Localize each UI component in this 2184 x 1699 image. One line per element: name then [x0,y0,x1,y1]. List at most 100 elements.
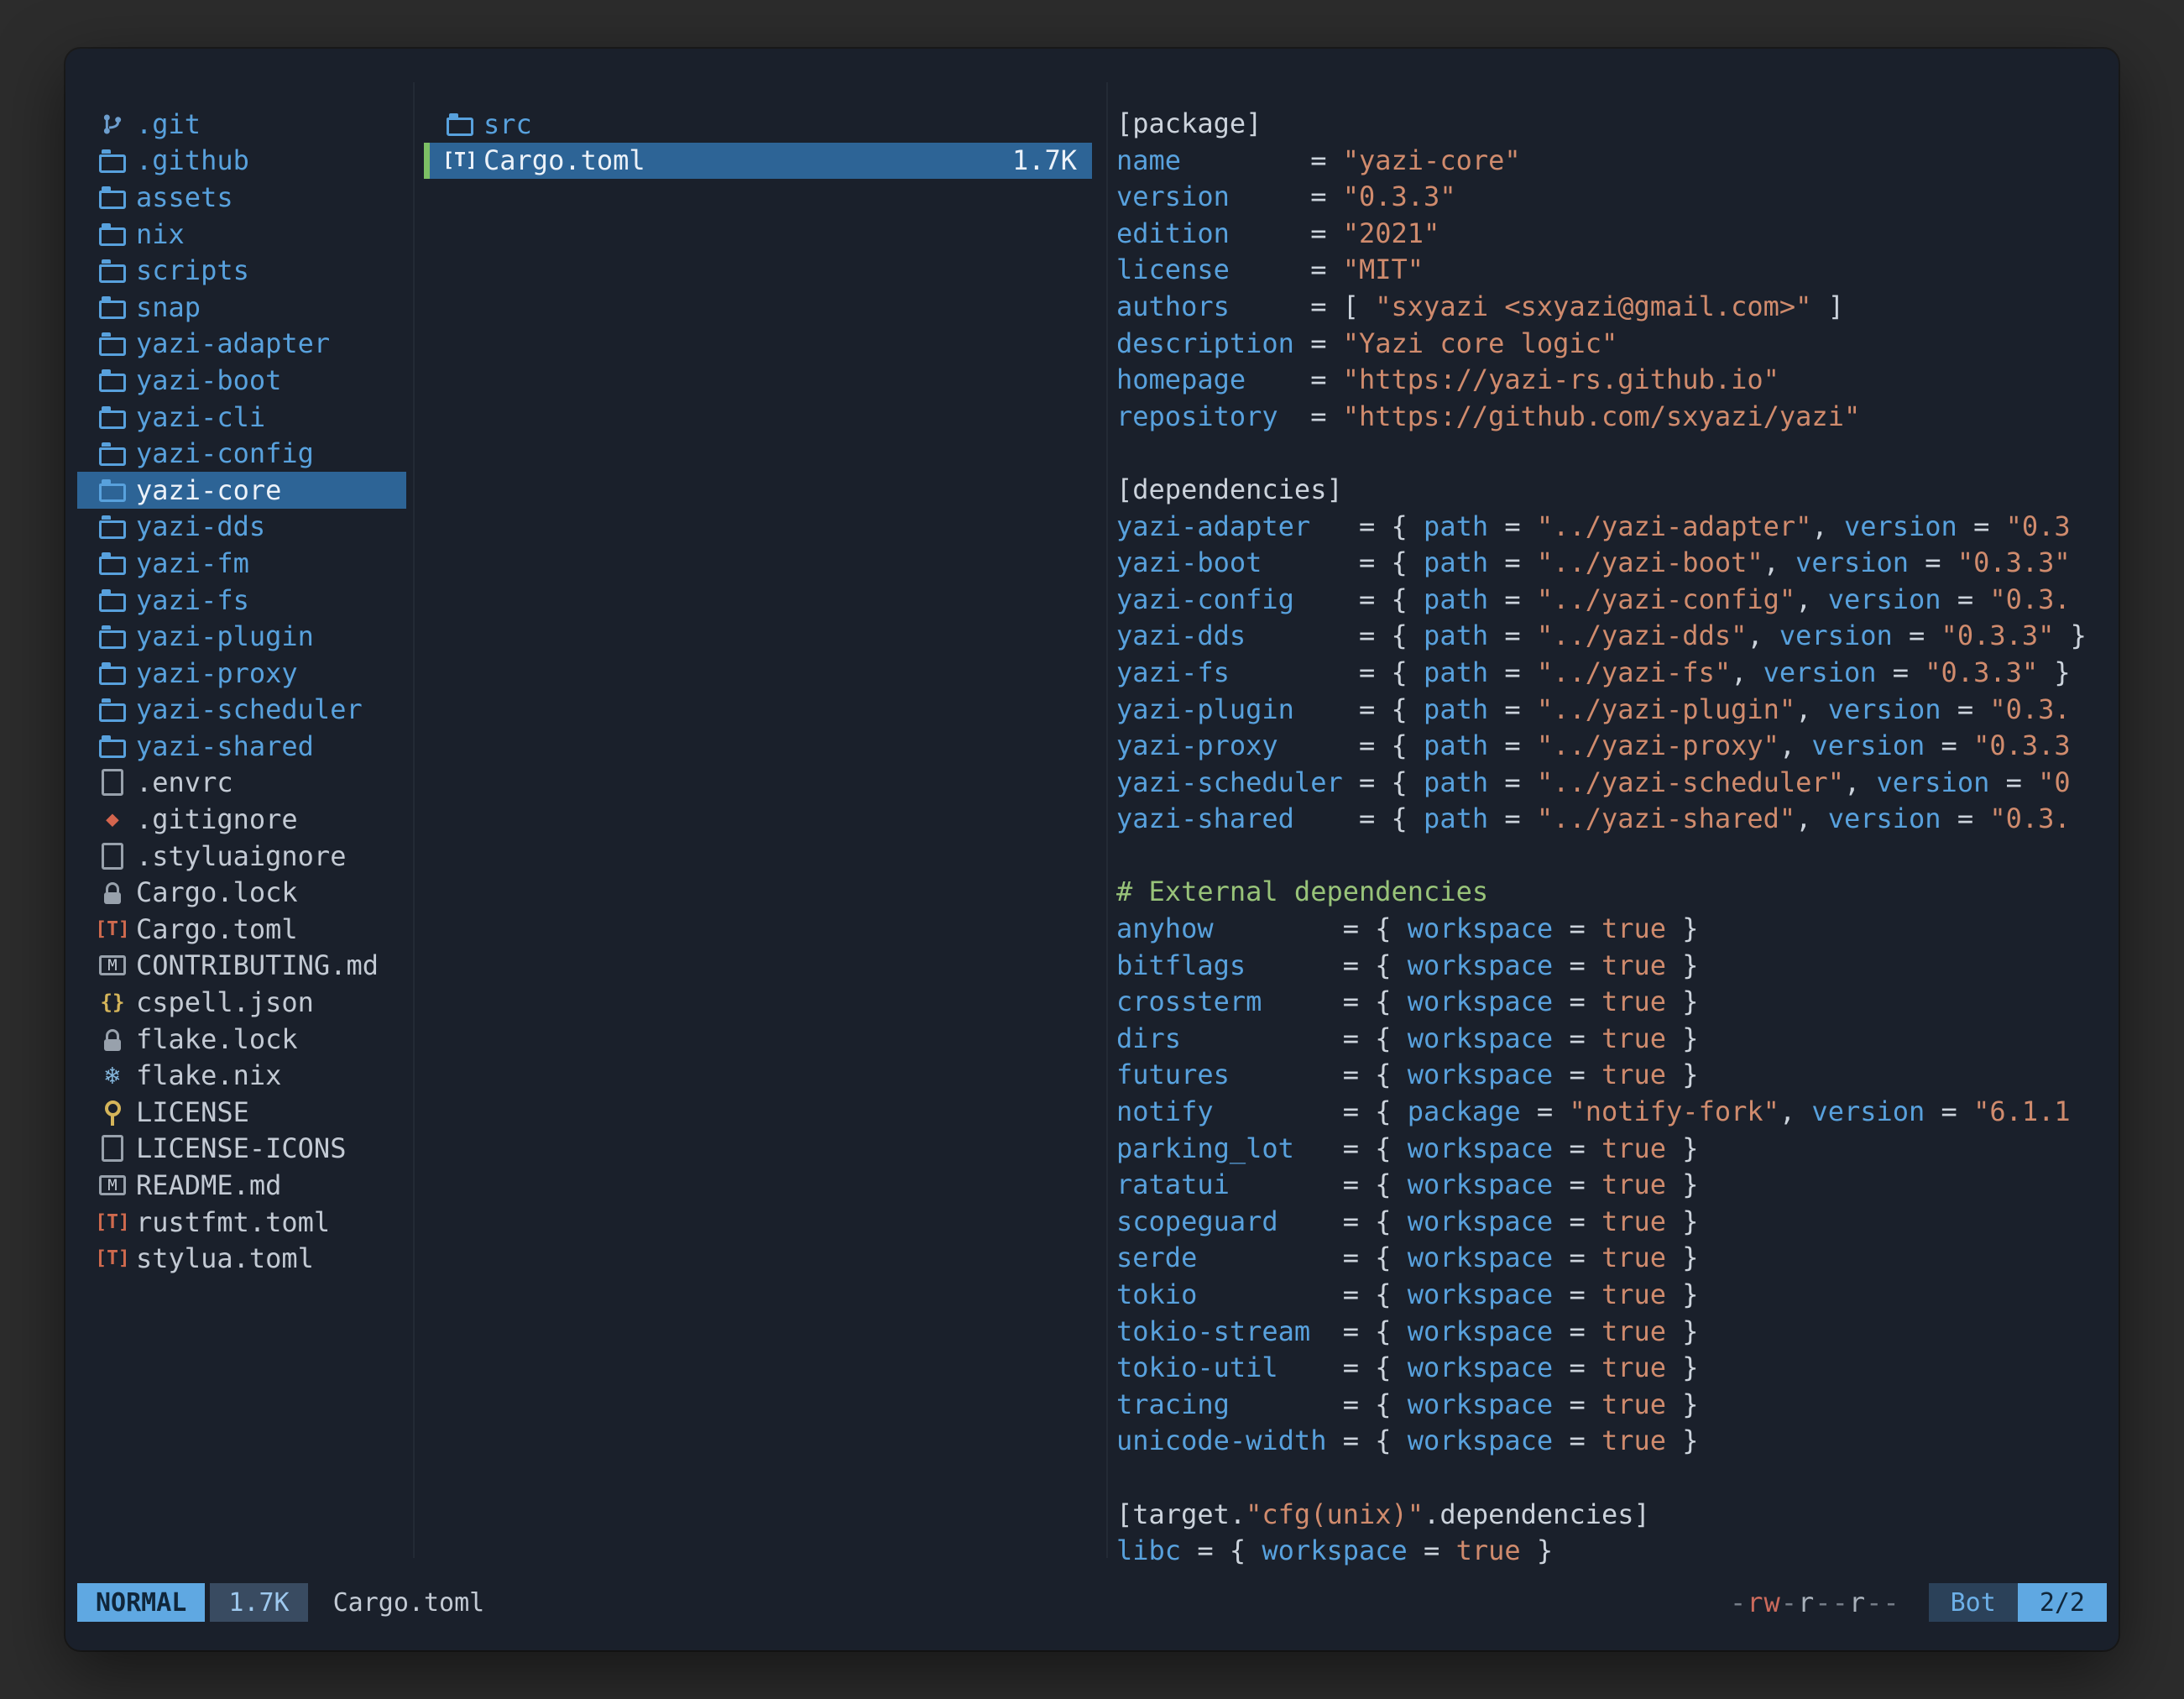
parent-dir-item-yazi-scheduler[interactable]: yazi-scheduler [77,692,406,729]
file-name: yazi-dds [136,510,265,542]
parent-dir-item-scripts[interactable]: scripts [77,252,406,289]
file-size: 1.7K [1012,144,1092,176]
parent-dir-item-flake.lock[interactable]: flake.lock [77,1021,406,1058]
file-name: README.md [136,1169,281,1201]
preview-line: yazi-config = { path = "../yazi-config",… [1116,582,2107,619]
parent-dir-item-Cargo.toml[interactable]: [T]Cargo.toml [77,911,406,948]
file-name: yazi-shared [136,730,314,762]
preview-line: # External dependencies [1116,874,2107,911]
hover-marker [424,143,430,180]
preview-line: yazi-boot = { path = "../yazi-boot", ver… [1116,545,2107,582]
parent-dir-item-.gitignore[interactable]: ◆.gitignore [77,801,406,838]
preview-line: yazi-dds = { path = "../yazi-dds", versi… [1116,618,2107,655]
parent-dir-item-yazi-proxy[interactable]: yazi-proxy [77,655,406,692]
folder-icon [94,656,131,691]
file-name: yazi-fs [136,584,249,616]
parent-dir-item-snap[interactable]: snap [77,289,406,326]
parent-dir-item-yazi-core[interactable]: yazi-core [77,472,406,509]
parent-dir-item-LICENSE-ICONS[interactable]: LICENSE-ICONS [77,1131,406,1168]
mode-indicator: NORMAL [77,1583,205,1622]
parent-dir-item-yazi-fm[interactable]: yazi-fm [77,545,406,582]
current-dir-item-src[interactable]: src [424,106,1092,143]
parent-dir-item-rustfmt.toml[interactable]: [T]rustfmt.toml [77,1204,406,1241]
preview-line: repository = "https://github.com/sxyazi/… [1116,399,2107,436]
folder-icon [94,290,131,325]
preview-line: name = "yazi-core" [1116,143,2107,180]
parent-dir-item-README.md[interactable]: MREADME.md [77,1167,406,1204]
lock-icon [94,875,131,910]
file-name: flake.nix [136,1059,281,1091]
parent-dir-item-.styluaignore[interactable]: .styluaignore [77,838,406,875]
preview-line: tracing = { workspace = true } [1116,1387,2107,1424]
current-dir-item-Cargo.toml[interactable]: [T]Cargo.toml1.7K [424,143,1092,180]
parent-dir-item-.github[interactable]: .github [77,143,406,180]
file-icon [94,765,131,800]
preview-line: libc = { workspace = true } [1116,1533,2107,1566]
file-name: yazi-adapter [136,327,330,359]
pane-divider-right [1106,82,1108,1558]
parent-dir-item-yazi-shared[interactable]: yazi-shared [77,728,406,765]
folder-icon [94,619,131,654]
preview-line: yazi-shared = { path = "../yazi-shared",… [1116,801,2107,838]
nix-icon: ❄ [94,1058,131,1093]
folder-icon [94,217,131,252]
preview-line [1116,1460,2107,1497]
parent-dir-item-yazi-config[interactable]: yazi-config [77,435,406,472]
preview-line: ratatui = { workspace = true } [1116,1167,2107,1204]
folder-icon [442,107,478,142]
folder-icon [94,692,131,727]
file-name: snap [136,291,201,323]
parent-dir-item-assets[interactable]: assets [77,179,406,216]
parent-dir-item-yazi-adapter[interactable]: yazi-adapter [77,326,406,363]
file-name: Cargo.toml [483,144,1012,176]
file-icon [94,1131,131,1166]
parent-directory-pane[interactable]: .git.githubassetsnixscriptssnap yazi-adap… [77,106,406,1277]
parent-dir-item-stylua.toml[interactable]: [T]stylua.toml [77,1240,406,1277]
license-icon [94,1095,131,1130]
parent-dir-item-CONTRIBUTING.md[interactable]: MCONTRIBUTING.md [77,948,406,985]
file-permissions: -rw-r--r-- [1730,1587,1900,1618]
preview-line: yazi-scheduler = { path = "../yazi-sched… [1116,765,2107,802]
parent-dir-item-yazi-cli[interactable]: yazi-cli [77,399,406,436]
folder-icon [94,436,131,471]
folder-icon [94,473,131,508]
file-name: yazi-plugin [136,620,314,652]
file-name: .git [136,108,201,140]
parent-dir-item-.envrc[interactable]: .envrc [77,765,406,802]
parent-dir-item-yazi-plugin[interactable]: yazi-plugin [77,618,406,655]
file-name: yazi-scheduler [136,693,363,725]
folder-icon [94,546,131,581]
current-directory-pane[interactable]: src[T]Cargo.toml1.7K [424,106,1092,179]
folder-icon [94,253,131,288]
preview-line: [package] [1116,106,2107,143]
parent-dir-item-yazi-boot[interactable]: yazi-boot [77,362,406,399]
preview-pane[interactable]: [package]name = "yazi-core"version = "0.… [1116,106,2107,1566]
preview-line: parking_lot = { workspace = true } [1116,1131,2107,1168]
parent-dir-item-LICENSE[interactable]: LICENSE [77,1094,406,1131]
parent-dir-item-nix[interactable]: nix [77,216,406,253]
file-name: flake.lock [136,1023,298,1055]
parent-dir-item-.git[interactable]: .git [77,106,406,143]
file-name: cspell.json [136,986,314,1018]
preview-line: anyhow = { workspace = true } [1116,911,2107,948]
hover-marker [424,106,430,143]
folder-icon [94,180,131,215]
folder-icon [94,583,131,618]
preview-line: yazi-plugin = { path = "../yazi-plugin",… [1116,692,2107,729]
preview-line: yazi-adapter = { path = "../yazi-adapter… [1116,509,2107,546]
preview-line: tokio-util = { workspace = true } [1116,1350,2107,1387]
preview-line: futures = { workspace = true } [1116,1057,2107,1094]
parent-dir-item-flake.nix[interactable]: ❄flake.nix [77,1057,406,1094]
file-name: stylua.toml [136,1242,314,1274]
preview-line: [target."cfg(unix)".dependencies] [1116,1497,2107,1534]
parent-dir-item-yazi-fs[interactable]: yazi-fs [77,582,406,619]
file-name: Cargo.toml [136,913,298,945]
parent-dir-item-yazi-dds[interactable]: yazi-dds [77,509,406,546]
markdown-icon: M [94,948,131,983]
parent-dir-item-Cargo.lock[interactable]: Cargo.lock [77,874,406,911]
parent-dir-item-cspell.json[interactable]: {}cspell.json [77,984,406,1021]
preview-line: version = "0.3.3" [1116,179,2107,216]
file-name: CONTRIBUTING.md [136,949,379,981]
preview-line: tokio-stream = { workspace = true } [1116,1314,2107,1351]
file-name: LICENSE [136,1096,249,1128]
